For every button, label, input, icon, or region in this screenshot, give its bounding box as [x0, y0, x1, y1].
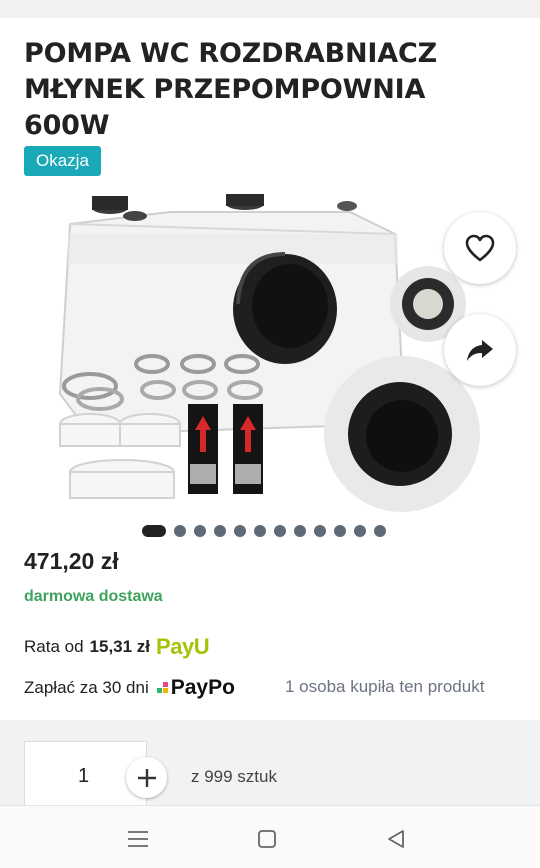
stock-text: z 999 sztuk — [191, 767, 277, 786]
payu-logo: PayU — [156, 634, 210, 659]
product-title-line3: 600W — [24, 110, 110, 141]
product-page: POMPA WC ROZDRABNIACZ MŁYNEK PRZEPOMPOWN… — [0, 0, 540, 868]
pagination-dot[interactable] — [214, 525, 226, 537]
product-image[interactable] — [50, 194, 490, 514]
installment-prefix: Rata od — [24, 637, 84, 656]
product-title-line1: POMPA WC ROZDRABNIACZ — [24, 38, 437, 69]
deal-badge: Okazja — [24, 146, 101, 176]
quantity-value: 1 — [78, 765, 90, 787]
paypo-text: PayPo — [170, 676, 235, 699]
pagination-dot[interactable] — [142, 525, 166, 537]
home-button[interactable] — [252, 824, 282, 854]
price: 471,20 zł — [24, 548, 119, 574]
plus-icon — [137, 768, 156, 787]
pagination-dot[interactable] — [334, 525, 346, 537]
deferred-payment-row[interactable]: Zapłać za 30 dni PayPo — [24, 676, 235, 700]
pagination-dot[interactable] — [314, 525, 326, 537]
pagination-dot[interactable] — [174, 525, 186, 537]
deferred-label: Zapłać za 30 dni — [24, 678, 149, 697]
share-button[interactable] — [444, 314, 516, 386]
paypo-logo: PayPo — [156, 676, 235, 700]
installment-row[interactable]: Rata od 15,31 zł PayU — [24, 634, 210, 660]
top-strip — [0, 0, 540, 18]
pagination-dot[interactable] — [354, 525, 366, 537]
square-home-icon — [258, 830, 276, 848]
pagination-dot[interactable] — [374, 525, 386, 537]
installment-amount: 15,31 zł — [89, 637, 151, 656]
share-arrow-icon — [467, 340, 493, 361]
product-gallery[interactable] — [0, 184, 540, 544]
menu-button[interactable] — [123, 824, 153, 854]
pagination-dot[interactable] — [274, 525, 286, 537]
gallery-pagination — [132, 518, 408, 544]
heart-icon — [465, 234, 495, 262]
pagination-dot[interactable] — [254, 525, 266, 537]
favorite-button[interactable] — [444, 212, 516, 284]
pagination-dot[interactable] — [294, 525, 306, 537]
product-title: POMPA WC ROZDRABNIACZ MŁYNEK PRZEPOMPOWN… — [0, 18, 540, 144]
system-navigation-bar — [0, 805, 540, 868]
menu-icon — [128, 831, 148, 847]
free-delivery-label: darmowa dostawa — [24, 588, 163, 605]
pagination-dot[interactable] — [234, 525, 246, 537]
back-button[interactable] — [381, 824, 411, 854]
triangle-back-icon — [388, 830, 404, 848]
pagination-dot[interactable] — [194, 525, 206, 537]
product-title-line2: MŁYNEK PRZEPOMPOWNIA — [24, 74, 426, 105]
paypo-mark-icon — [156, 682, 168, 693]
sold-info: 1 osoba kupiła ten produkt — [285, 677, 485, 696]
increase-quantity-button[interactable] — [126, 757, 167, 798]
